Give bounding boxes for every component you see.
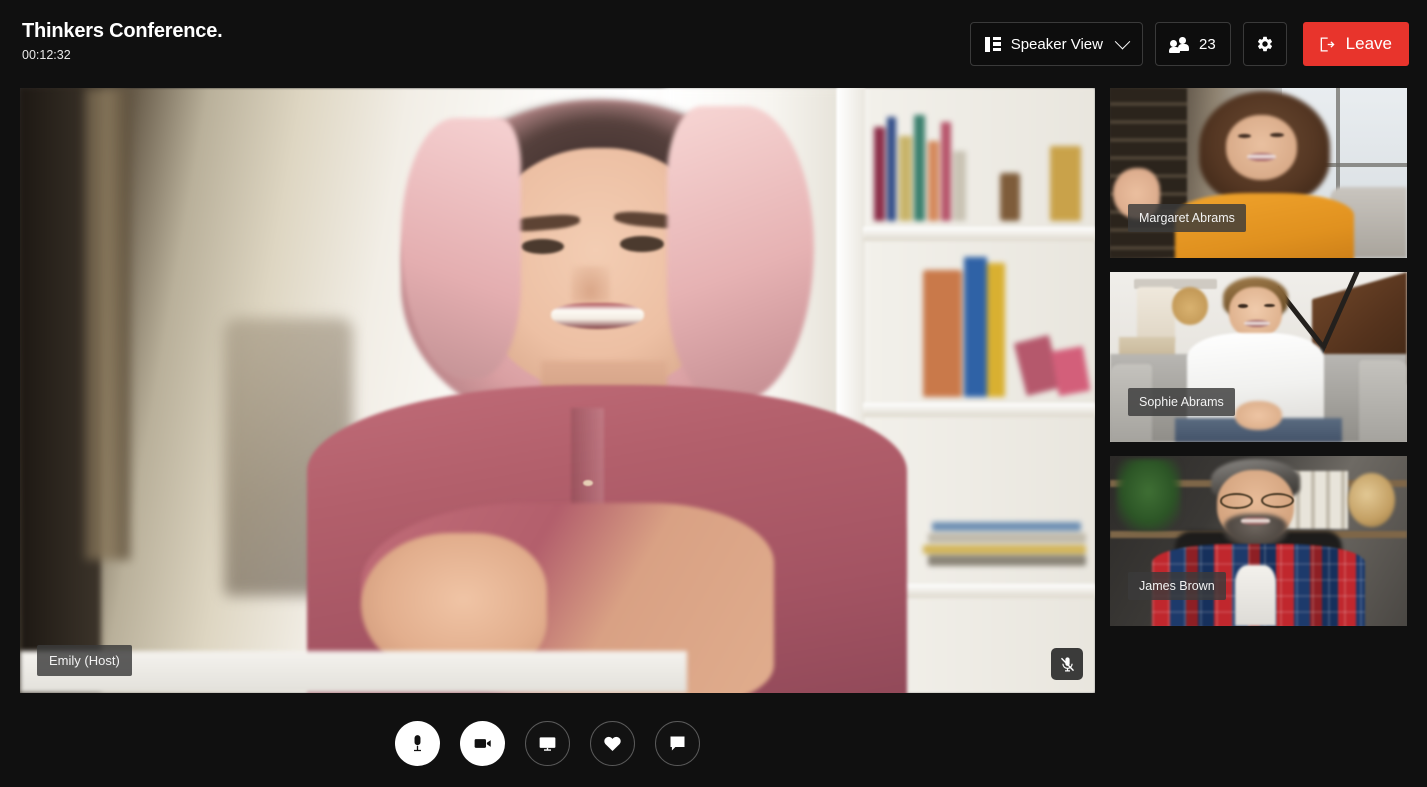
leave-label: Leave [1345, 34, 1392, 53]
participant-name-label: Sophie Abrams [1128, 387, 1235, 416]
microphone-toggle-button[interactable] [395, 721, 440, 766]
mic-icon [414, 735, 421, 752]
screen-share-icon [539, 737, 556, 751]
active-speaker-video[interactable]: Emily (Host) [20, 88, 1095, 693]
participant-name-label: James Brown [1128, 571, 1226, 600]
chevron-down-icon [1114, 33, 1131, 49]
chat-button[interactable] [655, 721, 700, 766]
chat-bubble-icon [670, 736, 685, 751]
share-screen-button[interactable] [525, 721, 570, 766]
view-mode-label: Speaker View [1010, 35, 1103, 53]
settings-button[interactable] [1242, 22, 1287, 66]
participant-thumbnail[interactable]: James Brown [1110, 456, 1407, 626]
reactions-button[interactable] [590, 721, 635, 766]
speaker-subject [267, 100, 934, 693]
heart-icon [604, 736, 621, 751]
meeting-info: Thinkers Conference. 00:12:32 [22, 18, 223, 62]
mic-muted-icon [1060, 656, 1074, 671]
thumbnail-video-margaret [1110, 88, 1407, 258]
participant-thumbnail[interactable]: Sophie Abrams [1110, 272, 1407, 442]
video-conference-app: Thinkers Conference. 00:12:32 Speaker Vi… [0, 0, 1427, 787]
participants-count: 23 [1198, 35, 1216, 53]
participant-thumbnail-list: Margaret Abrams Sophie Abrams James Brow… [1110, 88, 1407, 640]
leave-button[interactable]: Leave [1302, 22, 1409, 66]
meeting-controls-bar [0, 700, 1095, 787]
speaker-video-frame [20, 88, 1095, 693]
thumbnail-video-sophie [1110, 272, 1407, 442]
thumbnail-video-james [1110, 456, 1407, 626]
meeting-timer: 00:12:32 [22, 48, 71, 62]
video-camera-icon [474, 739, 491, 748]
participants-button[interactable]: 23 [1154, 22, 1231, 66]
people-icon [1168, 37, 1189, 53]
participant-thumbnail[interactable]: Margaret Abrams [1110, 88, 1407, 258]
camera-toggle-button[interactable] [460, 721, 505, 766]
gear-icon [1257, 36, 1272, 52]
meeting-title: Thinkers Conference. [22, 20, 223, 42]
speaker-name-label: Emily (Host) [37, 645, 132, 676]
app-header: Thinkers Conference. 00:12:32 Speaker Vi… [0, 0, 1427, 80]
view-mode-dropdown[interactable]: Speaker View [969, 22, 1143, 66]
layout-sidebar-icon [984, 36, 1001, 52]
participant-name-label: Margaret Abrams [1128, 203, 1246, 232]
logout-icon [1320, 36, 1335, 52]
speaker-mute-badge [1051, 648, 1083, 680]
header-controls: Speaker View 23 Leave [969, 18, 1409, 66]
